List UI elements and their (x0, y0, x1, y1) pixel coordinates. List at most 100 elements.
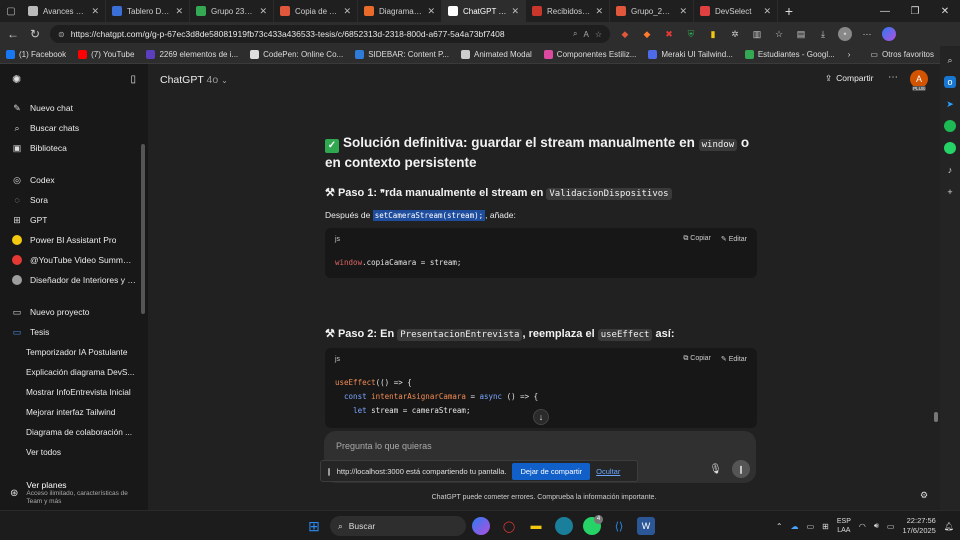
chat-history-item[interactable]: Temporizador IA Postulante (0, 342, 148, 362)
browser-tab[interactable]: Tablero DSA -✕ (106, 0, 190, 22)
browser-tab[interactable]: Copia de TESIS✕ (274, 0, 358, 22)
chat-history-item[interactable]: Mostrar InfoEntrevista Inicial (0, 382, 148, 402)
close-tab-icon[interactable]: ✕ (259, 6, 267, 17)
settings-icon[interactable]: ⚙ (920, 490, 928, 501)
close-tab-icon[interactable]: ✕ (679, 6, 687, 17)
sidebar-scrollbar[interactable] (141, 144, 145, 314)
close-window-icon[interactable]: ✕ (930, 0, 960, 22)
sidebar-item[interactable]: ◎ Codex (0, 170, 148, 190)
browser-tab[interactable]: Grupo_23_Cap✕ (610, 0, 694, 22)
maximize-icon[interactable]: ❐ (900, 0, 930, 22)
sidebar-item[interactable]: ⊞ GPT (0, 210, 148, 230)
minimize-icon[interactable]: — (870, 0, 900, 22)
upgrade-plans[interactable]: ⊛ Ver planes Acceso ilimitado, caracterí… (0, 476, 148, 510)
refresh-icon[interactable]: ↻ (28, 27, 42, 41)
edit-button[interactable]: ✎ Editar (721, 355, 747, 363)
share-button[interactable]: ⇪ Compartir (825, 73, 873, 84)
whatsapp-icon[interactable] (944, 142, 956, 154)
outlook-icon[interactable]: o (944, 76, 956, 88)
sidebar-item[interactable]: Power BI Assistant Pro (0, 230, 148, 250)
sidebar-item[interactable]: ⌕ Buscar chats (0, 118, 148, 138)
back-icon[interactable]: ← (6, 27, 20, 41)
stop-sharing-button[interactable]: Dejar de compartir (512, 462, 591, 480)
other-favorites[interactable]: Otros favoritos (882, 50, 934, 59)
main-scrollbar[interactable] (934, 412, 938, 422)
windows-start-icon[interactable]: ⊞ (305, 517, 323, 535)
browser-tab[interactable]: Avances de en✕ (22, 0, 106, 22)
chat-history-item[interactable]: Mejorar interfaz Tailwind (0, 402, 148, 422)
profile-icon[interactable]: • (838, 27, 852, 41)
notifications-icon[interactable]: 🔔︎ (944, 522, 954, 531)
more-bookmarks-icon[interactable]: › (848, 50, 851, 59)
downloads-icon[interactable]: ⤓ (816, 27, 830, 41)
display-icon[interactable]: ▭ (807, 522, 815, 531)
browser-tab[interactable]: DevSelect ✕ (694, 0, 778, 22)
close-tab-icon[interactable]: ✕ (175, 6, 183, 17)
bookmark-item[interactable]: (1) Facebook (6, 50, 66, 59)
word-icon[interactable]: W (637, 517, 655, 535)
copy-button[interactable]: ⧉ Copiar (683, 235, 711, 243)
taskbar-search[interactable]: ⌕ Buscar (330, 516, 466, 536)
more-options-icon[interactable]: ⋯ (888, 72, 898, 83)
openai-logo-icon[interactable]: ✺ (12, 73, 21, 86)
bookmark-item[interactable]: Animated Modal (460, 50, 532, 59)
vscode-icon[interactable]: ⟨⟩ (610, 517, 628, 535)
copy-button[interactable]: ⧉ Copiar (683, 355, 711, 363)
model-selector[interactable]: ChatGPT 4o ⌄ (160, 74, 228, 86)
extension-metamask-icon[interactable]: ◆ (640, 27, 654, 41)
add-panel-icon[interactable]: + (944, 186, 956, 198)
close-tab-icon[interactable]: ✕ (427, 6, 435, 17)
close-sidebar-icon[interactable]: ▯ (130, 74, 136, 85)
close-tab-icon[interactable]: ✕ (511, 6, 519, 17)
chat-history-item[interactable]: Diagrama de colaboración ... (0, 422, 148, 442)
collections-icon[interactable]: ▤ (794, 27, 808, 41)
more-menu-icon[interactable]: ⋯ (860, 27, 874, 41)
close-tab-icon[interactable]: ✕ (343, 6, 351, 17)
bookmark-item[interactable]: Meraki UI Tailwind... (648, 50, 733, 59)
address-bar[interactable]: ⊜ https://chatgpt.com/g/g-p-67ec3d8de580… (50, 25, 610, 43)
bookmark-item[interactable]: SIDEBAR: Content P... (355, 50, 449, 59)
zoom-icon[interactable]: ⌕ (573, 29, 577, 39)
tiktok-icon[interactable]: ♪ (944, 164, 956, 176)
project-tesis[interactable]: ▭ Tesis (0, 322, 148, 342)
close-tab-icon[interactable]: ✕ (595, 6, 603, 17)
sidebar-item[interactable]: @YouTube Video Summari... (0, 250, 148, 270)
new-tab-button[interactable]: + (778, 3, 800, 19)
chat-history-item[interactable]: Explicación diagrama DevS... (0, 362, 148, 382)
bookmark-item[interactable]: (7) YouTube (78, 50, 134, 59)
edit-button[interactable]: ✎ Editar (721, 235, 747, 243)
workspaces-icon[interactable]: ▢ (0, 0, 22, 22)
copilot-icon[interactable] (882, 27, 896, 41)
send-icon[interactable]: ➤ (944, 98, 956, 110)
extensions-puzzle-icon[interactable]: ✲ (728, 27, 742, 41)
sidebar-item[interactable]: Diseñador de Interiores y P... (0, 270, 148, 290)
extension-shield-icon[interactable]: ⛨ (684, 27, 698, 41)
clock[interactable]: 22:27:56 17/6/2025 (902, 516, 935, 536)
scroll-to-bottom-button[interactable]: ↓ (533, 409, 549, 425)
chat-history-item[interactable]: Ver todos (0, 442, 148, 462)
hide-notice-link[interactable]: Ocultar (596, 467, 620, 476)
sidebar-item[interactable]: ▣ Biblioteca (0, 138, 148, 158)
bookmark-item[interactable]: Componentes Estiliz... (543, 50, 636, 59)
bookmark-item[interactable]: Estudiantes - Googl... (744, 50, 835, 59)
browser-tab[interactable]: Diagrama en b✕ (358, 0, 442, 22)
wifi-icon[interactable]: ◠ (859, 522, 866, 531)
microphone-icon[interactable]: 🎙︎ (709, 464, 722, 475)
wifi-adapter-icon[interactable]: ⊞ (822, 522, 829, 531)
extension-brave-icon[interactable]: ◆ (618, 27, 632, 41)
spotify-icon[interactable] (944, 120, 956, 132)
bookmark-item[interactable]: 2269 elementos de i... (146, 50, 238, 59)
favorites-icon[interactable]: ☆ (772, 27, 786, 41)
battery-icon[interactable]: ▭ (887, 522, 895, 531)
browser-tab[interactable]: Recibidos (4.5C✕ (526, 0, 610, 22)
site-info-icon[interactable]: ⊜ (58, 30, 65, 39)
search-side-icon[interactable]: ⌕ (944, 54, 956, 66)
language-indicator[interactable]: ESP LAA (837, 517, 851, 535)
chevron-up-icon[interactable]: ⌃ (776, 522, 783, 531)
split-screen-icon[interactable]: ▥ (750, 27, 764, 41)
sidebar-item[interactable]: ✎ Nuevo chat (0, 98, 148, 118)
extension-yellow-icon[interactable]: ▮ (706, 27, 720, 41)
opera-icon[interactable]: ◯ (500, 517, 518, 535)
browser-tab[interactable]: ChatGPT - Tesi✕ (442, 0, 526, 22)
volume-icon[interactable]: 🔊︎ (874, 521, 879, 531)
